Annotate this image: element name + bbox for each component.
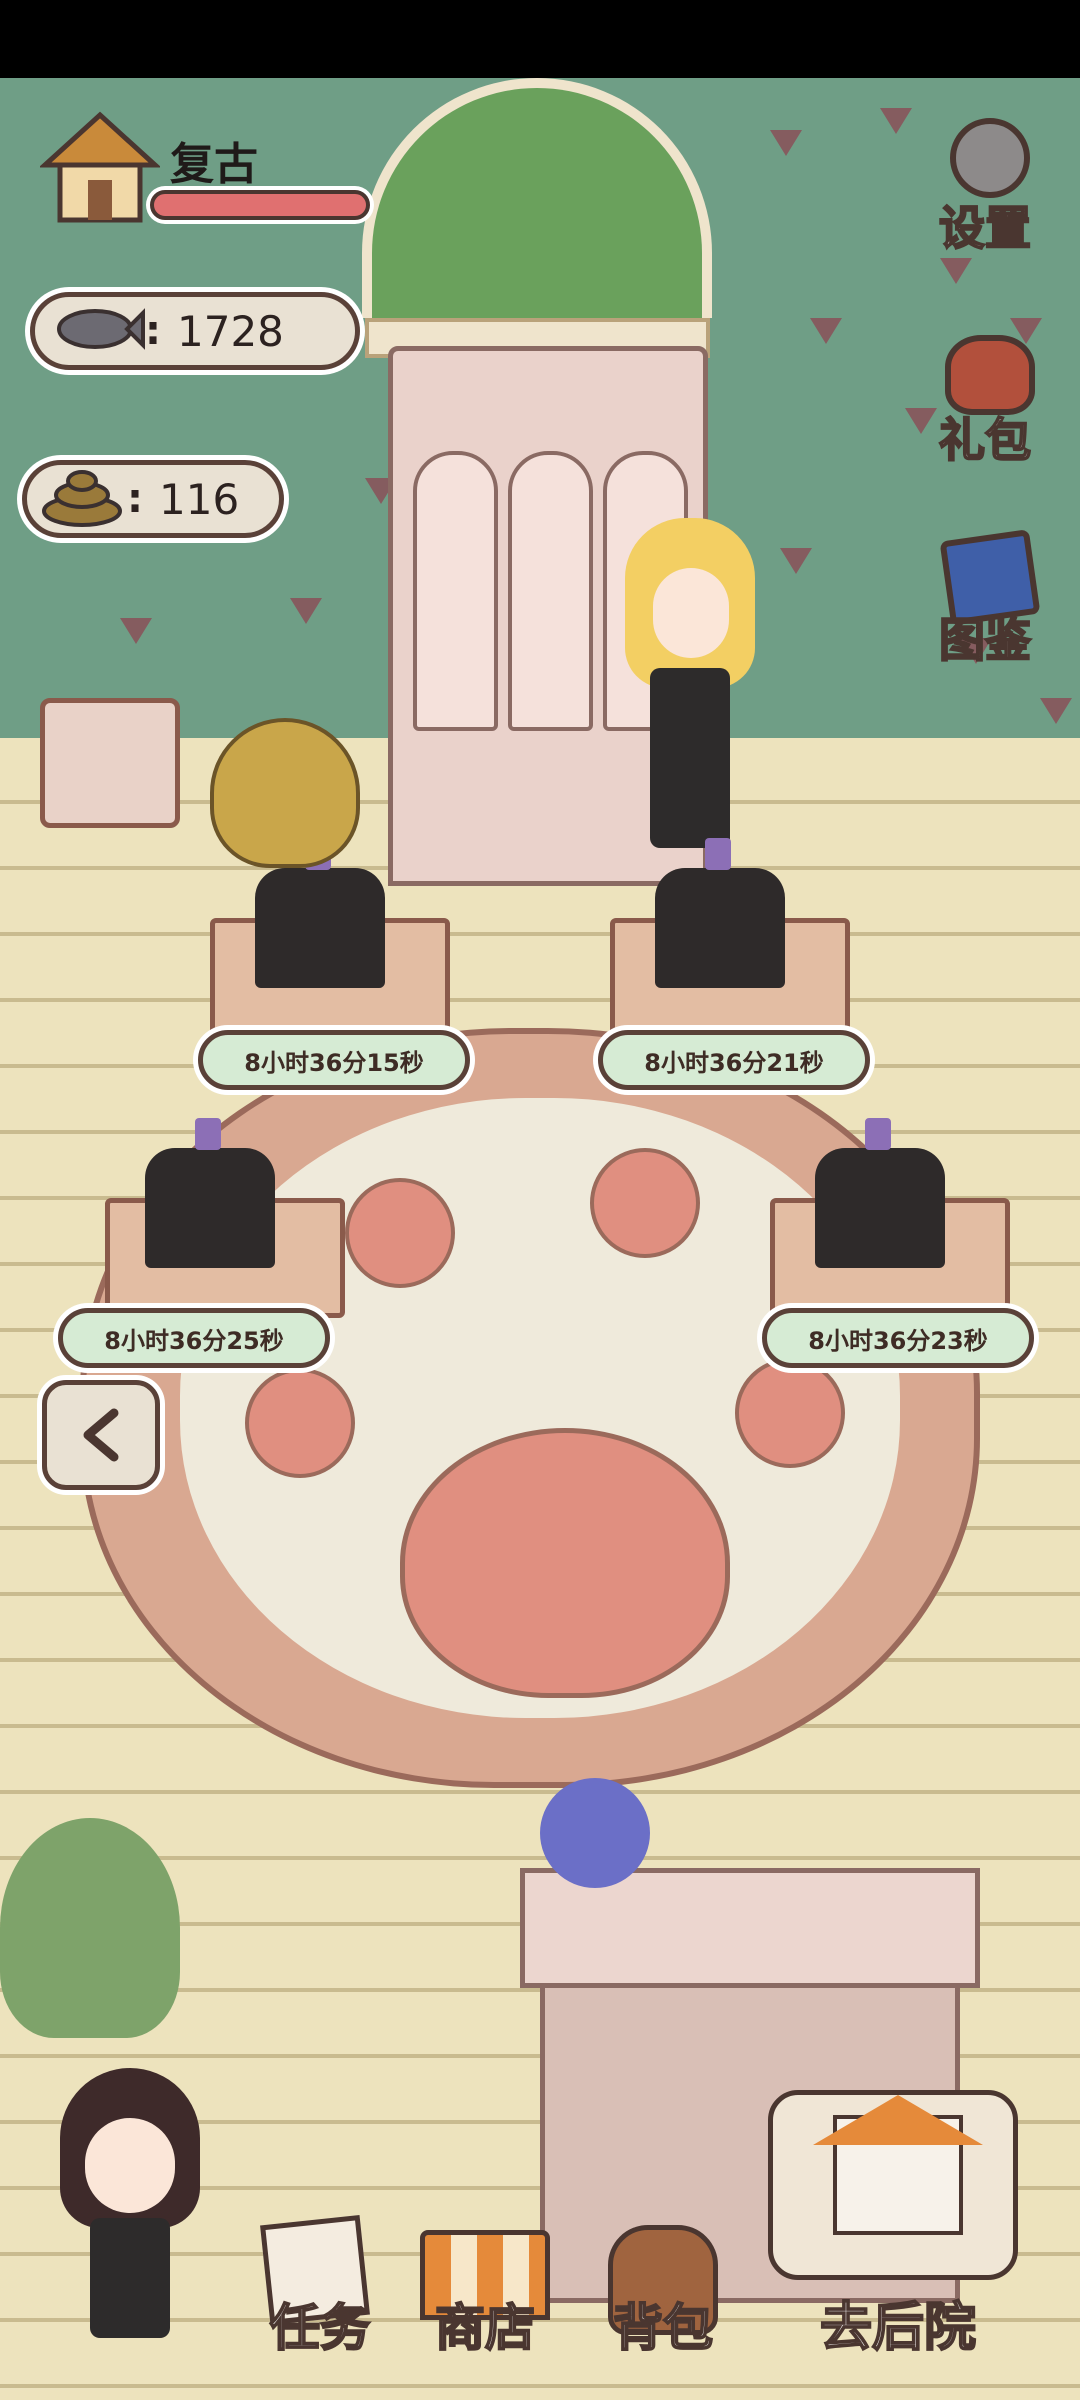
- poop-count: 116: [159, 474, 240, 524]
- player-name: 复古: [170, 139, 258, 190]
- tasks-label: 任务: [269, 2298, 371, 2358]
- settings-button[interactable]: 设置: [920, 108, 1050, 258]
- sewing-timer[interactable]: 8小时36分15秒: [198, 1030, 470, 1090]
- backyard-label: 去后院: [819, 2297, 977, 2359]
- back-chevron-icon: [83, 1408, 119, 1462]
- helper-character[interactable]: [50, 2068, 210, 2378]
- game-scene: [0, 78, 1080, 2400]
- sewing-machine[interactable]: [815, 1118, 945, 1268]
- collection-label: 图鉴: [938, 612, 1032, 668]
- gift-button[interactable]: 礼包: [920, 320, 1050, 470]
- shop-button[interactable]: 商店: [410, 2210, 560, 2360]
- sewing-timer[interactable]: 8小时36分25秒: [58, 1308, 330, 1368]
- sewing-machine[interactable]: [145, 1118, 275, 1268]
- status-bar: [0, 0, 1080, 78]
- poop-icon: [37, 467, 127, 531]
- potted-plant: [0, 1818, 180, 2038]
- bag-label: 背包: [612, 2298, 714, 2358]
- gift-bag-icon: [945, 335, 1035, 415]
- shop-label: 商店: [434, 2298, 536, 2358]
- backyard-button[interactable]: 去后院: [748, 2090, 1048, 2360]
- fish-count: 1728: [177, 306, 284, 356]
- sewing-timer[interactable]: 8小时36分23秒: [762, 1308, 1034, 1368]
- gear-icon: [950, 118, 1030, 198]
- poop-currency[interactable]: : 116: [22, 460, 284, 538]
- sewing-machine[interactable]: [255, 838, 385, 988]
- tailor-character[interactable]: [615, 518, 765, 898]
- back-button[interactable]: [42, 1380, 160, 1490]
- fish-currency[interactable]: : 1728: [30, 292, 360, 370]
- tasks-button[interactable]: 任务: [245, 2210, 395, 2360]
- house-icon[interactable]: [38, 110, 162, 225]
- gift-label: 礼包: [938, 412, 1032, 468]
- bag-button[interactable]: 背包: [588, 2210, 738, 2360]
- fabric-basket: [40, 698, 180, 828]
- fish-icon: [45, 299, 145, 363]
- sewing-timer[interactable]: 8小时36分21秒: [598, 1030, 870, 1090]
- player-hp-bar: [150, 190, 370, 220]
- settings-label: 设置: [938, 200, 1032, 256]
- collection-button[interactable]: 图鉴: [920, 520, 1050, 670]
- sewing-machine[interactable]: [655, 838, 785, 988]
- flower-vase: [540, 1778, 650, 1888]
- backyard-house-icon: [768, 2090, 1018, 2280]
- sack-bag[interactable]: [210, 718, 360, 868]
- paw-pad: [400, 1428, 730, 1698]
